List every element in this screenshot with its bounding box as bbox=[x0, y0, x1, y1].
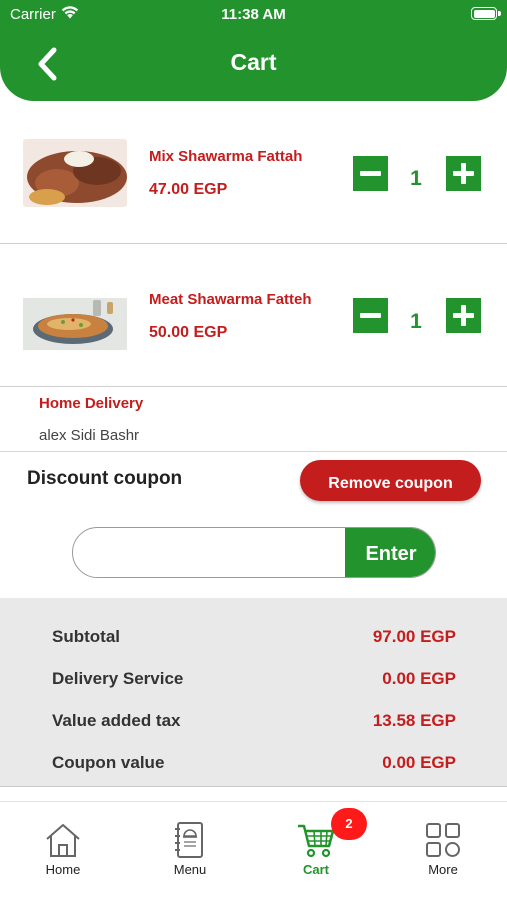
tab-home[interactable]: Home bbox=[0, 802, 126, 900]
shawarma-fattah-photo bbox=[23, 139, 127, 207]
item-name: Meat Shawarma Fatteh bbox=[149, 291, 312, 308]
delivery-address: alex Sidi Bashr bbox=[39, 427, 140, 444]
tab-home-label: Home bbox=[45, 862, 81, 877]
cart-count-badge: 2 bbox=[331, 808, 367, 840]
cart-item: Meat Shawarma Fatteh 50.00 EGP 1 bbox=[0, 244, 507, 387]
battery-icon bbox=[471, 7, 497, 20]
minus-icon bbox=[360, 313, 381, 318]
page-title: Cart bbox=[230, 49, 277, 75]
summary-label-vat: Value added tax bbox=[52, 711, 181, 730]
summary-label-delivery: Delivery Service bbox=[52, 669, 184, 688]
home-icon bbox=[46, 824, 80, 857]
remove-coupon-button[interactable]: Remove coupon bbox=[300, 460, 481, 501]
summary-label-coupon: Coupon value bbox=[52, 753, 165, 772]
order-summary: Subtotal 97.00 EGP Delivery Service 0.00… bbox=[0, 598, 507, 787]
summary-value-subtotal: 97.00 EGP bbox=[372, 627, 456, 646]
minus-icon bbox=[360, 171, 381, 176]
tab-more-label: More bbox=[428, 862, 458, 877]
coupon-input[interactable] bbox=[73, 528, 345, 577]
status-time: 11:38 AM bbox=[221, 6, 286, 23]
summary-value-coupon: 0.00 EGP bbox=[382, 753, 456, 772]
cart-icon bbox=[298, 824, 335, 858]
quantity-value: 1 bbox=[410, 310, 422, 333]
delivery-type: Home Delivery bbox=[39, 395, 144, 412]
grid-icon bbox=[426, 823, 460, 857]
bottom-tab-bar: Home Menu Cart More bbox=[0, 801, 507, 900]
item-price: 47.00 EGP bbox=[149, 181, 228, 198]
item-name: Mix Shawarma Fattah bbox=[149, 148, 303, 165]
tab-menu[interactable]: Menu bbox=[127, 802, 253, 900]
increase-quantity-button[interactable] bbox=[446, 156, 481, 191]
cart-item: Mix Shawarma Fattah 47.00 EGP 1 bbox=[0, 101, 507, 244]
meat-fatteh-photo bbox=[23, 298, 127, 350]
tab-more[interactable]: More bbox=[380, 802, 506, 900]
summary-value-delivery: 0.00 EGP bbox=[382, 669, 456, 688]
summary-value-vat: 13.58 EGP bbox=[372, 711, 456, 730]
tab-menu-label: Menu bbox=[173, 862, 207, 877]
decrease-quantity-button[interactable] bbox=[353, 298, 388, 333]
item-price: 50.00 EGP bbox=[149, 324, 228, 341]
decrease-quantity-button[interactable] bbox=[353, 156, 388, 191]
quantity-value: 1 bbox=[410, 167, 422, 190]
coupon-field: Enter bbox=[72, 527, 436, 578]
app-header: Carrier 11:38 AM Cart bbox=[0, 0, 507, 101]
coupon-label: Discount coupon bbox=[27, 468, 183, 489]
enter-coupon-button[interactable]: Enter bbox=[345, 528, 435, 577]
divider bbox=[0, 451, 507, 452]
status-bar: Carrier 11:38 AM bbox=[0, 0, 507, 28]
increase-quantity-button[interactable] bbox=[446, 298, 481, 333]
menu-book-icon bbox=[175, 822, 203, 858]
tab-cart-label: Cart bbox=[302, 862, 329, 877]
summary-label-subtotal: Subtotal bbox=[52, 627, 120, 646]
